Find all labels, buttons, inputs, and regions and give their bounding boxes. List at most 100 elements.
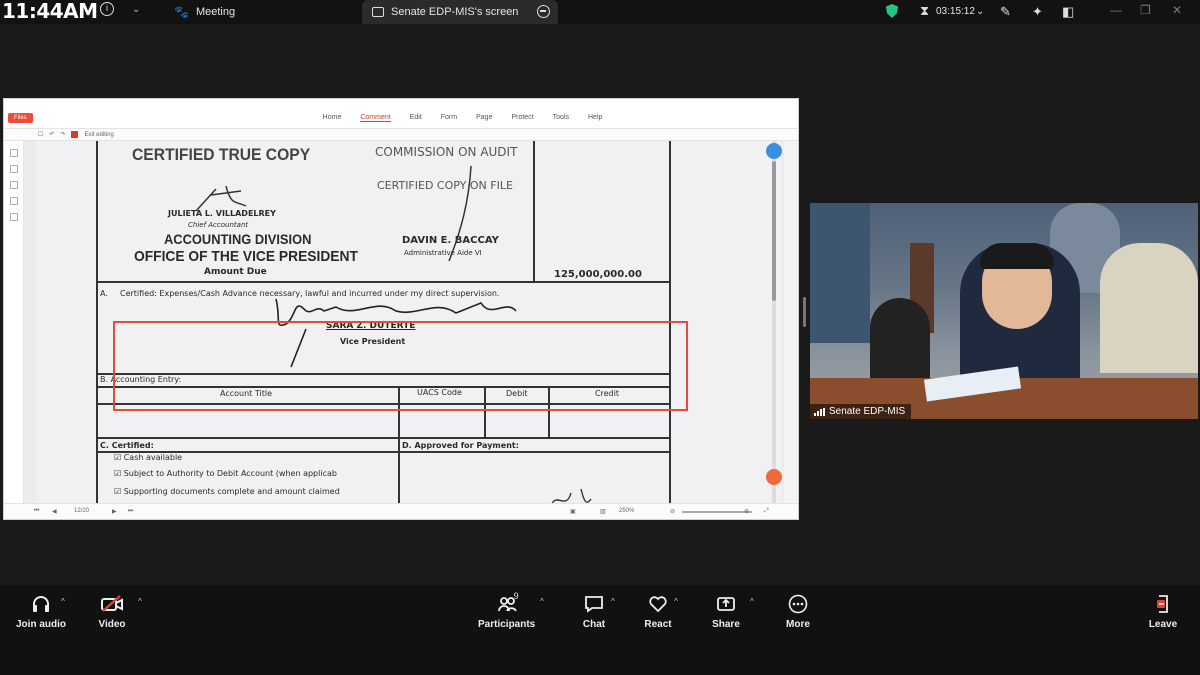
- pdf-toolbar: ☐ ↶ ↷ Exit editing: [4, 129, 798, 141]
- pdf-page-view[interactable]: CERTIFIED TRUE COPY COMMISSION ON AUDIT …: [24, 141, 784, 505]
- menu-home[interactable]: Home: [323, 114, 342, 122]
- menu-edit[interactable]: Edit: [410, 114, 422, 122]
- zoom-slider[interactable]: [682, 511, 752, 513]
- assistant-icon[interactable]: [766, 469, 782, 485]
- red-highlight-annotation: [113, 321, 688, 411]
- minimize-window-icon[interactable]: —: [1110, 3, 1122, 17]
- tab-meeting-label: Meeting: [195, 6, 236, 18]
- shared-pdf-window: Files Home Comment Edit Form Page Protec…: [3, 98, 799, 520]
- exit-editing-button[interactable]: Exit editing: [84, 132, 113, 138]
- chat-options-chevron-icon[interactable]: ^: [611, 597, 615, 606]
- certified-true-copy-stamp: CERTIFIED TRUE COPY: [132, 145, 311, 164]
- info-icon[interactable]: i: [100, 2, 114, 16]
- video-background-person: [870, 298, 930, 388]
- two-page-icon[interactable]: ▥: [600, 508, 606, 515]
- meeting-timer: 03:15:12: [936, 6, 975, 17]
- section-d: D. Approved for Payment:: [402, 441, 519, 450]
- section-c: C. Certified:: [100, 441, 154, 450]
- share-button[interactable]: Share: [711, 593, 741, 630]
- zoom-in-icon[interactable]: ⊕: [744, 508, 749, 515]
- zoom-level[interactable]: 250%: [619, 508, 634, 514]
- redo-icon[interactable]: ↷: [60, 131, 65, 138]
- thumbnail-icon[interactable]: [9, 165, 18, 173]
- close-window-icon[interactable]: ✕: [1172, 3, 1182, 17]
- pdf-ribbon: Files Home Comment Edit Form Page Protec…: [4, 107, 798, 129]
- tab-shared-screen[interactable]: Senate EDP-MIS's screen: [362, 0, 558, 24]
- react-options-chevron-icon[interactable]: ^: [674, 597, 678, 606]
- undo-icon[interactable]: ↶: [49, 131, 54, 138]
- annotate-pen-icon[interactable]: ✎: [1000, 4, 1011, 20]
- video-background-panel: [810, 203, 870, 343]
- menu-form[interactable]: Form: [441, 114, 457, 122]
- menu-tools[interactable]: Tools: [553, 114, 569, 122]
- share-label: Share: [712, 619, 740, 630]
- pdf-vertical-scrollbar[interactable]: [772, 141, 776, 505]
- menu-help[interactable]: Help: [588, 114, 602, 122]
- tab-meeting[interactable]: 🐾 Meeting: [164, 0, 360, 24]
- more-button[interactable]: More: [783, 593, 813, 630]
- participants-label: Participants: [478, 619, 536, 630]
- screen-share-icon: [372, 7, 384, 17]
- menu-page[interactable]: Page: [476, 114, 492, 122]
- link-icon[interactable]: [9, 213, 18, 221]
- translate-icon[interactable]: [766, 143, 782, 159]
- participants-icon: 9: [492, 591, 522, 615]
- comment-icon[interactable]: [9, 181, 18, 189]
- video-options-chevron-icon[interactable]: ^: [138, 597, 142, 606]
- sparkle-icon[interactable]: ✦: [1032, 4, 1043, 20]
- checklist-item-label: Cash available: [123, 453, 183, 462]
- accountant-title: Chief Accountant: [188, 221, 249, 229]
- next-page-icon[interactable]: ▶: [112, 508, 117, 515]
- color-swatch[interactable]: [71, 131, 79, 138]
- coa-stamp: COMMISSION ON AUDIT: [375, 145, 518, 159]
- leave-button[interactable]: Leave: [1148, 593, 1178, 630]
- participants-button[interactable]: 9 Participants: [478, 591, 536, 630]
- files-button[interactable]: Files: [8, 112, 33, 123]
- zoom-out-icon[interactable]: ⊖: [670, 508, 675, 515]
- accounting-division: ACCOUNTING DIVISION: [164, 231, 312, 247]
- attachment-icon[interactable]: [9, 197, 18, 205]
- menu-comment[interactable]: Comment: [360, 114, 391, 122]
- chat-icon: [579, 593, 609, 615]
- checklist-item: ☑ Subject to Authority to Debit Account …: [114, 469, 337, 478]
- first-page-icon[interactable]: ⏮: [34, 508, 39, 515]
- split-view-handle[interactable]: [803, 297, 806, 327]
- restore-window-icon[interactable]: ❐: [1140, 3, 1151, 17]
- more-icon: [783, 593, 813, 615]
- accountant-signature: [195, 185, 247, 212]
- share-options-chevron-icon[interactable]: ^: [750, 597, 754, 606]
- meeting-top-bar: 11:44AM i ⌄ 🐾 Meeting Senate EDP-MIS's s…: [0, 0, 1200, 24]
- pdf-left-rail: [4, 141, 24, 505]
- amount-due-value: 125,000,000.00: [554, 269, 642, 280]
- video-name-label: Senate EDP-MIS: [810, 404, 912, 419]
- page-indicator[interactable]: 12/20: [74, 508, 89, 514]
- view-layout-icon[interactable]: ◧: [1062, 4, 1074, 20]
- checklist-item-label: Subject to Authority to Debit Account (w…: [123, 469, 337, 478]
- audio-options-chevron-icon[interactable]: ^: [61, 597, 65, 606]
- meeting-control-bar: Join audio ^ Video ^ 9 Participants ^ Ch…: [0, 585, 1200, 675]
- last-page-icon[interactable]: ⏭: [128, 508, 133, 515]
- participants-options-chevron-icon[interactable]: ^: [540, 597, 544, 606]
- amount-due-label: Amount Due: [204, 267, 267, 277]
- view-mode-icon[interactable]: ▣: [570, 508, 576, 515]
- join-audio-button[interactable]: Join audio: [16, 593, 66, 630]
- video-speaker-hair: [980, 243, 1054, 269]
- chevron-down-icon[interactable]: ⌄: [976, 6, 984, 17]
- join-audio-label: Join audio: [16, 619, 66, 630]
- security-shield-icon[interactable]: [886, 4, 898, 18]
- tab-shared-screen-label: Senate EDP-MIS's screen: [391, 6, 519, 18]
- react-button[interactable]: React: [643, 593, 673, 630]
- participants-count: 9: [513, 591, 519, 601]
- participant-video-tile[interactable]: Senate EDP-MIS: [810, 203, 1198, 419]
- fit-page-icon[interactable]: ⤢: [764, 508, 769, 515]
- leave-icon: [1148, 593, 1178, 615]
- bookmark-icon[interactable]: [9, 149, 18, 157]
- video-off-icon: [97, 593, 127, 615]
- video-button[interactable]: Video: [97, 593, 127, 630]
- select-icon[interactable]: ☐: [38, 131, 43, 138]
- prev-page-icon[interactable]: ◀: [52, 508, 57, 515]
- menu-protect[interactable]: Protect: [511, 114, 533, 122]
- chevron-down-icon[interactable]: ⌄: [132, 4, 140, 15]
- minimize-share-icon[interactable]: [537, 5, 550, 18]
- chat-button[interactable]: Chat: [579, 593, 609, 630]
